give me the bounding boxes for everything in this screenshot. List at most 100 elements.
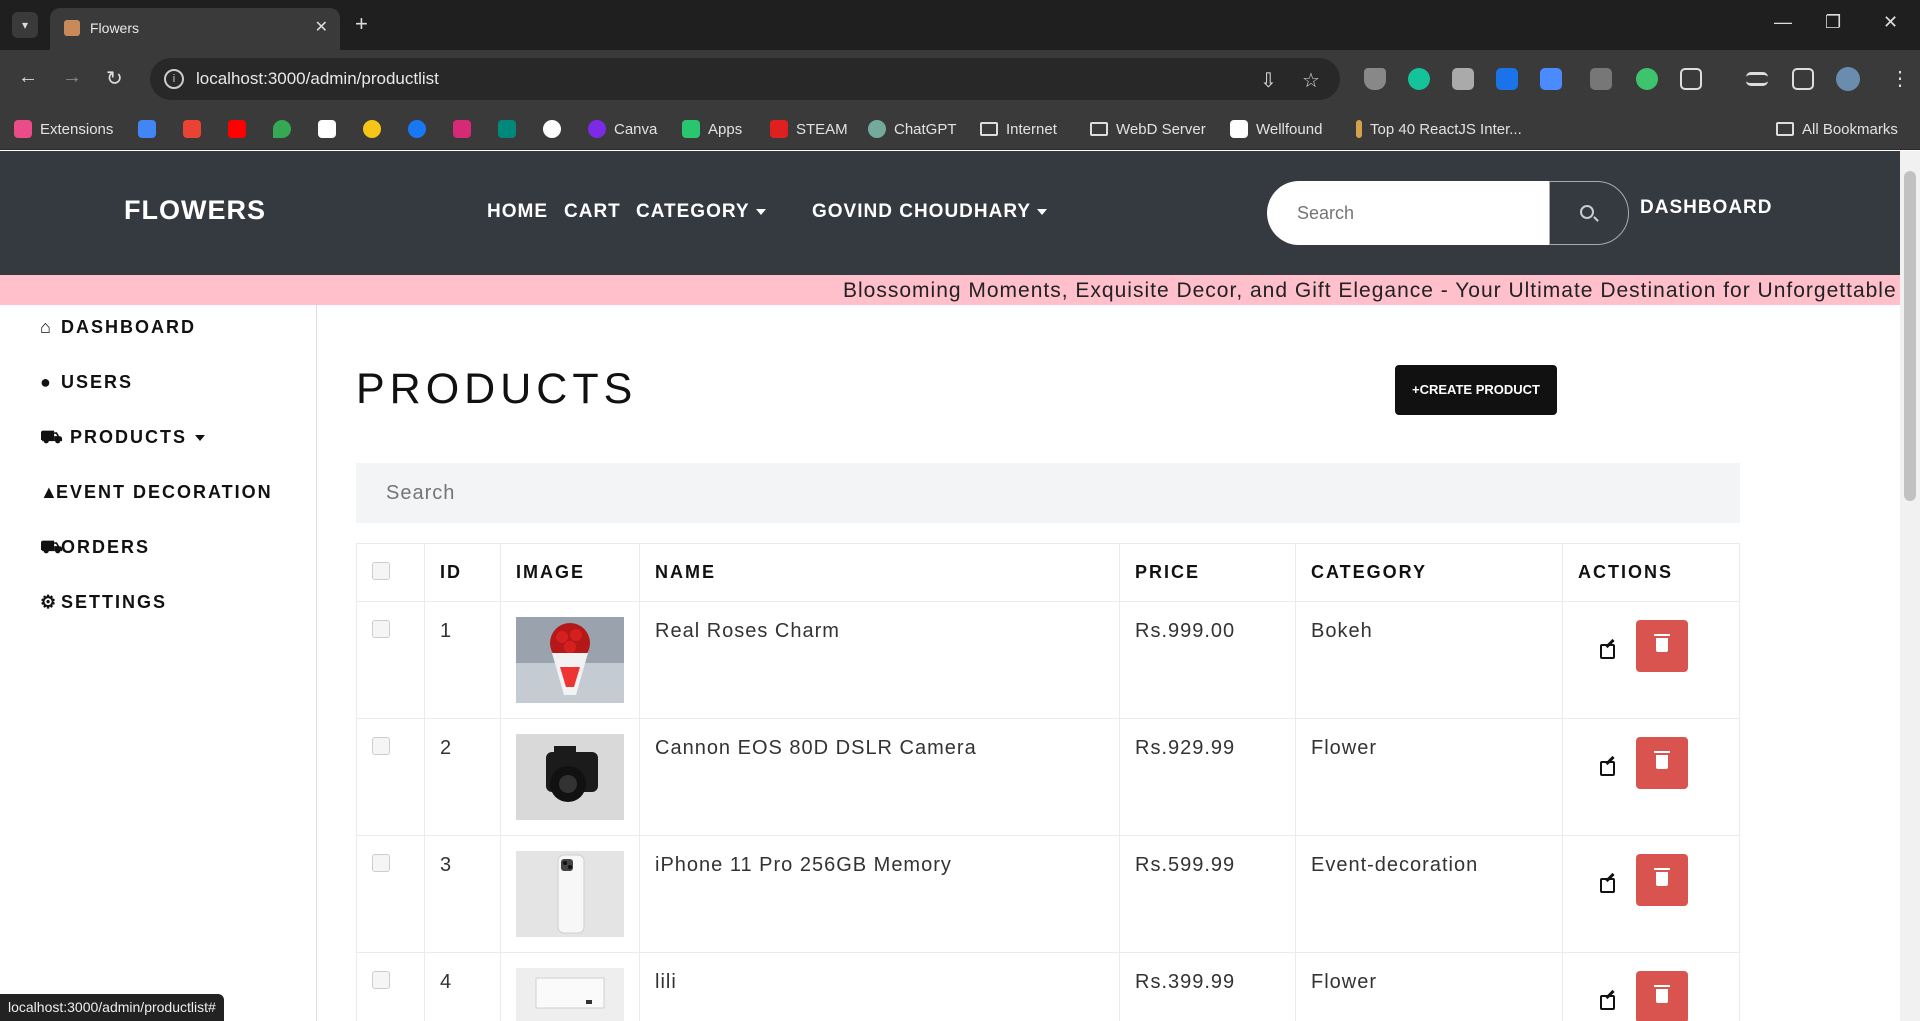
- scrollbar-thumb[interactable]: [1904, 171, 1916, 501]
- sidebar-item-event-decoration[interactable]: ▲ EVENT DECORATION: [40, 482, 273, 503]
- search-icon: [1580, 205, 1594, 219]
- sidebar-item-products[interactable]: ⛟ PRODUCTS: [40, 427, 206, 448]
- extension-icon[interactable]: [1496, 68, 1518, 90]
- main-content: PRODUCTS +CREATE PRODUCT ID IMAGE NAME P…: [318, 305, 1900, 1021]
- nav-dashboard[interactable]: DASHBOARD: [1640, 197, 1773, 219]
- ublock-icon[interactable]: [1590, 68, 1612, 90]
- tree-icon: ▲: [40, 482, 60, 502]
- facebook-icon[interactable]: [408, 120, 426, 138]
- sidebar-item-orders[interactable]: ⛟ ORDERS: [40, 537, 150, 558]
- forward-icon[interactable]: →: [62, 66, 82, 89]
- brand-logo[interactable]: FLOWERS: [124, 195, 266, 226]
- col-category[interactable]: CATEGORY: [1295, 543, 1563, 602]
- back-icon[interactable]: ←: [18, 66, 38, 89]
- flipkart-icon[interactable]: [363, 120, 381, 138]
- product-image: [516, 851, 624, 937]
- cart-flatbed-icon: ⛟: [40, 427, 65, 447]
- youtube-icon[interactable]: [228, 120, 246, 138]
- browser-toolbar: ← → ↻ i localhost:3000/admin/productlist…: [0, 50, 1920, 108]
- navbar-search-button[interactable]: [1549, 181, 1629, 245]
- google-meet-icon[interactable]: [498, 120, 516, 138]
- bookmark-chatgpt[interactable]: ChatGPT: [868, 117, 957, 141]
- steam-icon: [770, 120, 788, 138]
- bookmark-canva[interactable]: Canva: [588, 117, 657, 141]
- google-translate-icon[interactable]: [138, 120, 156, 138]
- close-tab-icon[interactable]: ✕: [315, 17, 328, 37]
- gmail-icon[interactable]: [183, 120, 201, 138]
- bookmark-star-icon[interactable]: ☆: [1302, 68, 1320, 93]
- new-tab-icon[interactable]: +: [355, 12, 368, 36]
- extension-icon[interactable]: [1636, 68, 1658, 90]
- row-name[interactable]: Real Roses Charm: [639, 601, 1120, 719]
- nav-home[interactable]: HOME: [487, 201, 548, 223]
- bookmark-webd-server[interactable]: WebD Server: [1090, 117, 1206, 141]
- col-id[interactable]: ID: [424, 543, 501, 602]
- reload-icon[interactable]: ↻: [106, 66, 123, 91]
- edit-icon[interactable]: [1598, 640, 1616, 659]
- bookmark-apps[interactable]: Apps: [682, 117, 742, 141]
- menu-kebab-icon[interactable]: ⋮: [1890, 66, 1910, 91]
- brave-shield-icon[interactable]: [1364, 68, 1386, 90]
- nav-user-dropdown[interactable]: GOVIND CHOUDHARY: [812, 201, 1048, 223]
- extension-icon[interactable]: [1540, 68, 1562, 90]
- select-all-checkbox[interactable]: [372, 562, 390, 580]
- site-info-icon[interactable]: i: [164, 69, 184, 89]
- browser-tab[interactable]: Flowers ✕: [50, 8, 340, 50]
- product-search-input[interactable]: [356, 463, 1740, 523]
- extensions-bookmark-icon: [14, 120, 32, 138]
- close-window-icon[interactable]: ✕: [1883, 12, 1898, 33]
- row-checkbox[interactable]: [372, 620, 390, 638]
- trash-icon: [1654, 868, 1670, 886]
- sidebar-item-users[interactable]: ● USERS: [40, 372, 133, 393]
- row-name[interactable]: iPhone 11 Pro 256GB Memory: [639, 835, 1120, 953]
- install-app-icon[interactable]: ⇩: [1260, 68, 1277, 93]
- minimize-icon[interactable]: —: [1774, 12, 1792, 33]
- extension-icon[interactable]: [1452, 68, 1474, 90]
- edit-icon[interactable]: [1598, 757, 1616, 776]
- bookmark-react-interview[interactable]: Top 40 ReactJS Inter...: [1356, 117, 1522, 141]
- address-bar[interactable]: i localhost:3000/admin/productlist ⇩ ☆: [150, 58, 1340, 100]
- navbar-search-input[interactable]: [1267, 181, 1551, 245]
- row-price: Rs.929.99: [1119, 718, 1296, 836]
- product-image: [516, 968, 624, 1021]
- url-text[interactable]: localhost:3000/admin/productlist: [196, 69, 439, 89]
- nav-cart[interactable]: CART: [564, 201, 621, 223]
- bookmark-extensions[interactable]: Extensions: [14, 117, 113, 141]
- side-panel-icon[interactable]: [1792, 68, 1814, 90]
- delete-button[interactable]: [1636, 971, 1688, 1021]
- puzzle-extensions-icon[interactable]: [1680, 68, 1702, 90]
- maps-icon[interactable]: [273, 120, 291, 138]
- col-price[interactable]: PRICE: [1119, 543, 1296, 602]
- row-checkbox[interactable]: [372, 971, 390, 989]
- grammarly-icon[interactable]: [1408, 68, 1430, 90]
- github-icon[interactable]: [543, 120, 561, 138]
- page-scrollbar[interactable]: [1900, 151, 1920, 1021]
- row-checkbox[interactable]: [372, 854, 390, 872]
- delete-button[interactable]: [1636, 737, 1688, 789]
- create-product-button[interactable]: +CREATE PRODUCT: [1395, 365, 1557, 415]
- sidebar-item-dashboard[interactable]: ⌂ DASHBOARD: [40, 317, 196, 338]
- row-id: 4: [424, 952, 501, 1021]
- bookmark-internet[interactable]: Internet: [980, 117, 1057, 141]
- amazon-icon[interactable]: [318, 120, 336, 138]
- row-name[interactable]: Cannon EOS 80D DSLR Camera: [639, 718, 1120, 836]
- product-image: [516, 734, 624, 820]
- sidebar-item-settings[interactable]: ⚙ SETTINGS: [40, 592, 167, 613]
- delete-button[interactable]: [1636, 620, 1688, 672]
- row-name[interactable]: lili: [639, 952, 1120, 1021]
- restore-icon[interactable]: ❐: [1825, 12, 1841, 33]
- instagram-icon[interactable]: [453, 120, 471, 138]
- media-control-icon[interactable]: [1746, 72, 1768, 86]
- tab-search-chevron-icon[interactable]: ▾: [12, 12, 38, 38]
- row-checkbox[interactable]: [372, 737, 390, 755]
- edit-icon[interactable]: [1598, 874, 1616, 893]
- edit-icon[interactable]: [1598, 991, 1616, 1010]
- col-name[interactable]: NAME: [639, 543, 1120, 602]
- bookmark-wellfound[interactable]: Wellfound: [1230, 117, 1322, 141]
- all-bookmarks[interactable]: All Bookmarks: [1776, 117, 1898, 141]
- nav-category-dropdown[interactable]: CATEGORY: [636, 201, 766, 223]
- tab-favicon-icon: [64, 20, 80, 36]
- bookmark-steam[interactable]: STEAM: [770, 117, 848, 141]
- profile-avatar[interactable]: [1836, 67, 1860, 91]
- delete-button[interactable]: [1636, 854, 1688, 906]
